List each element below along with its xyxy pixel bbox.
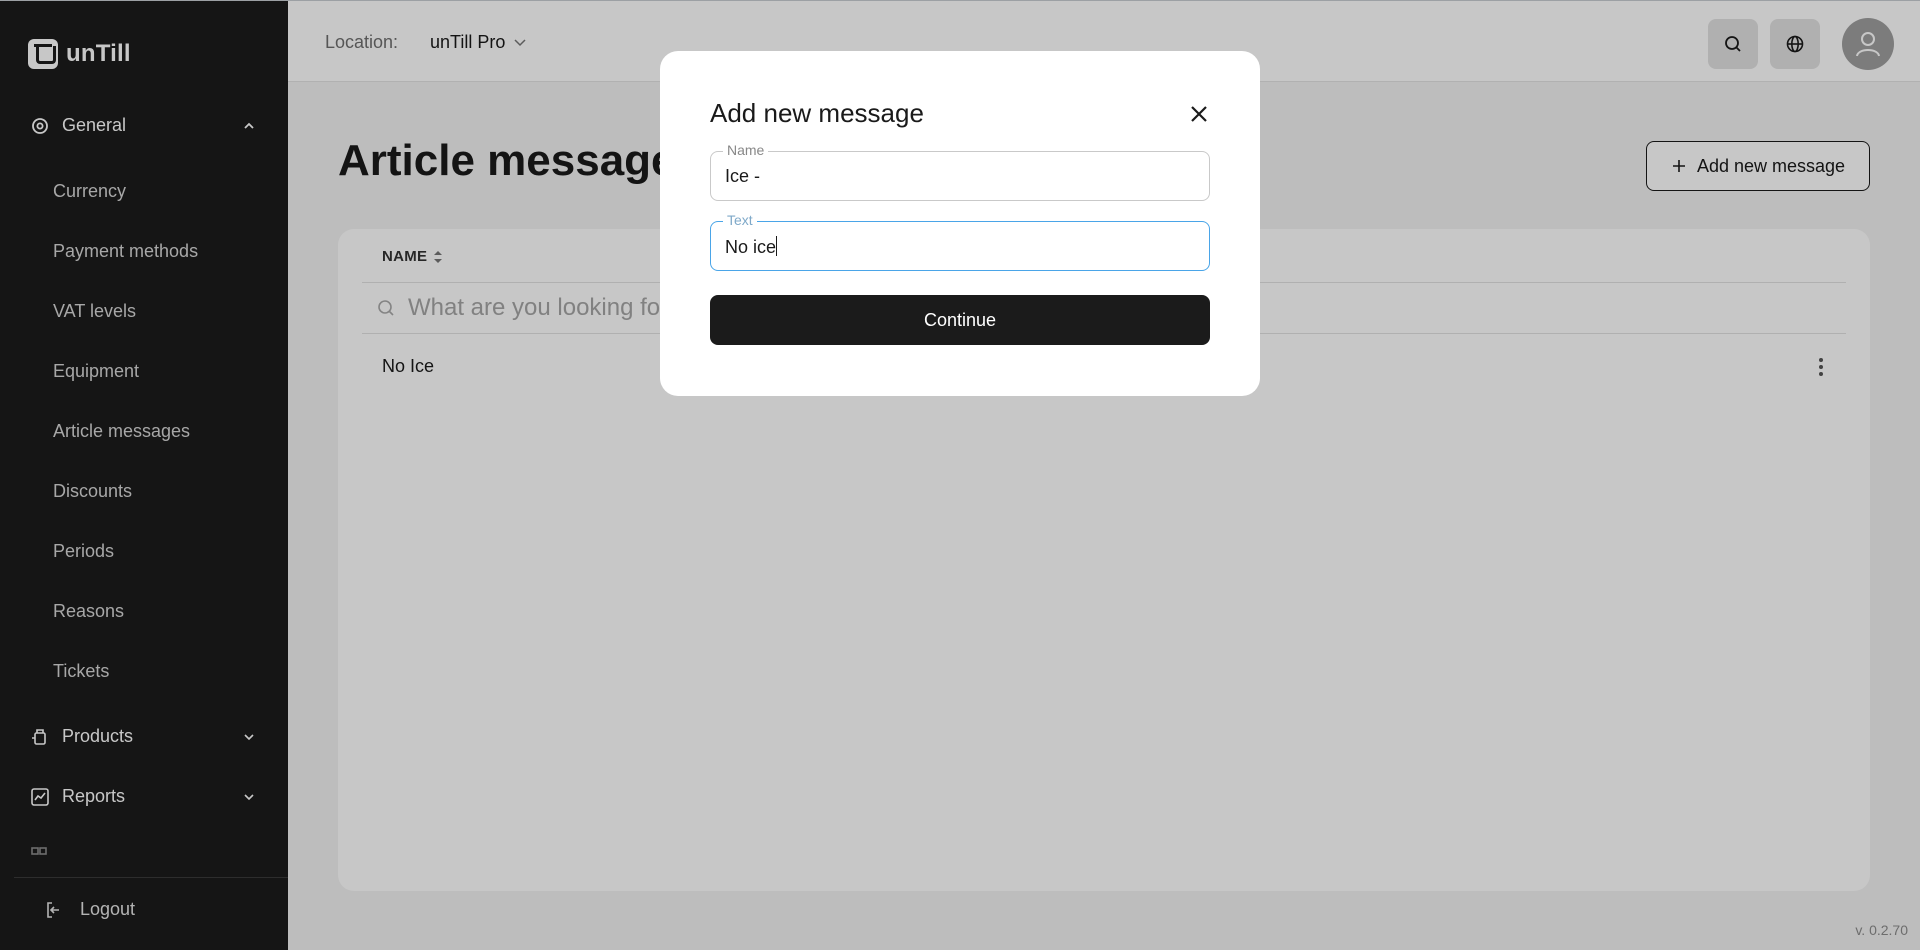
text-field-label: Text (723, 212, 757, 228)
text-field-value: No ice (725, 237, 777, 257)
text-field[interactable]: Text No ice (710, 212, 1210, 271)
name-field-label: Name (723, 142, 769, 158)
dialog-title: Add new message (710, 98, 924, 128)
text-field-value-wrap: No ice (725, 236, 778, 258)
name-field[interactable]: Name Ice - (710, 142, 1210, 201)
continue-button[interactable]: Continue (710, 295, 1210, 345)
close-icon (1191, 106, 1207, 122)
name-field-value: Ice - (725, 166, 761, 186)
close-button[interactable] (1186, 101, 1212, 127)
add-message-dialog: Add new message Name Ice - Text No ice C… (660, 51, 1260, 396)
text-caret (776, 236, 778, 256)
